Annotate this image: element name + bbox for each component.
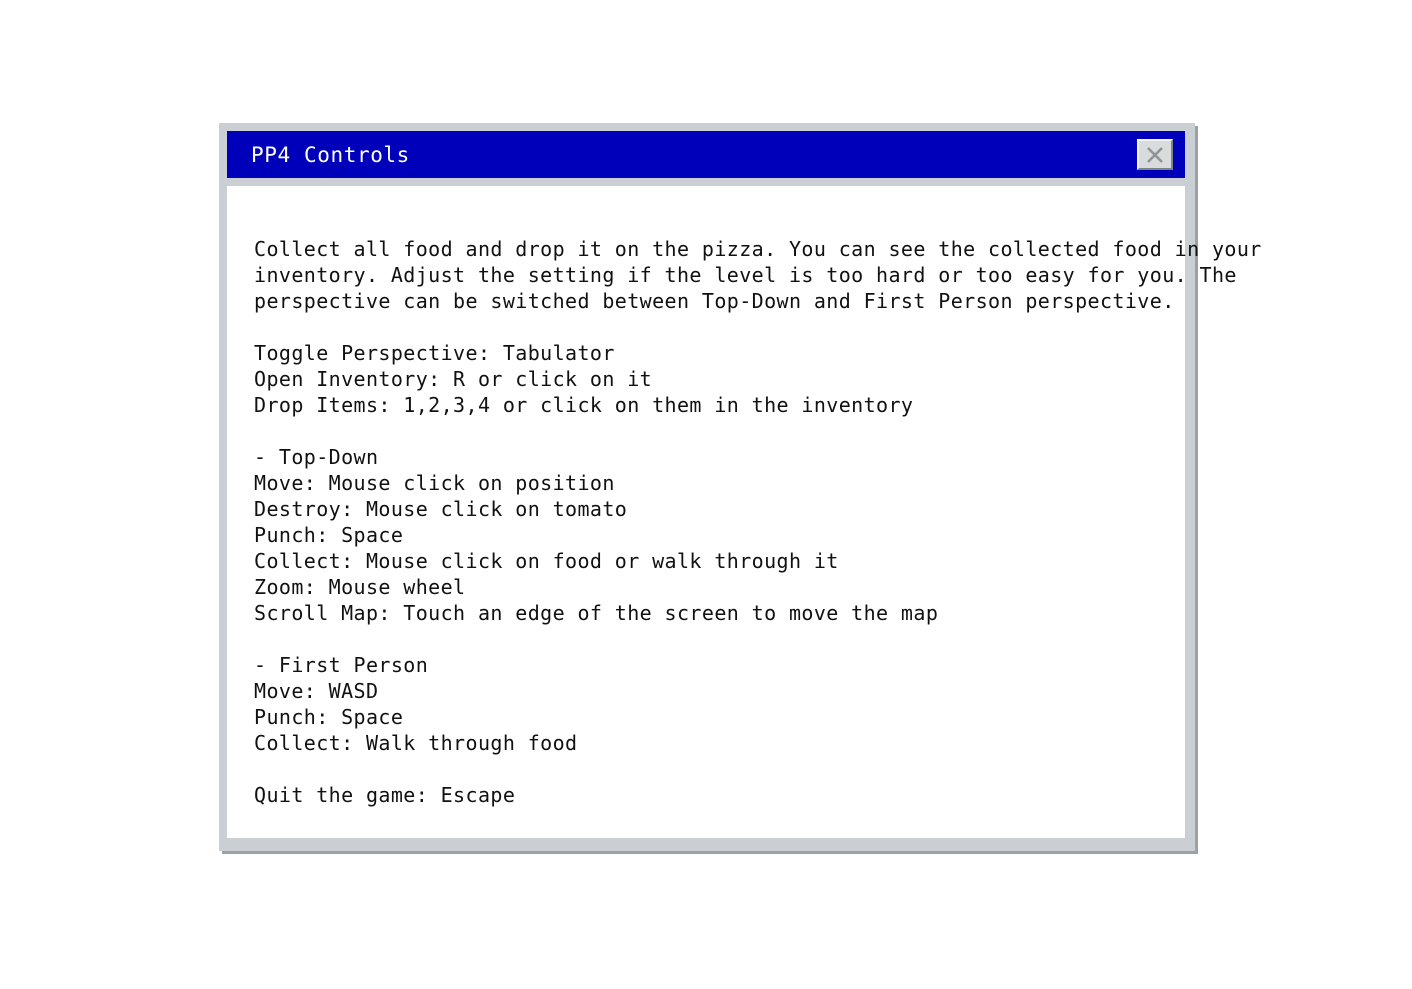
close-x-icon [1147,147,1163,163]
control-line: Punch: Space [254,705,404,729]
control-line: Move: WASD [254,679,379,703]
intro-line: inventory. Adjust the setting if the lev… [254,263,1237,287]
close-button[interactable] [1137,139,1173,170]
control-line: Collect: Walk through food [254,731,578,755]
control-line: Collect: Mouse click on food or walk thr… [254,549,839,573]
control-line: Scroll Map: Touch an edge of the screen … [254,601,939,625]
control-line: Drop Items: 1,2,3,4 or click on them in … [254,393,914,417]
control-line: Destroy: Mouse click on tomato [254,497,628,521]
quit-line: Quit the game: Escape [254,783,516,807]
control-line: Open Inventory: R or click on it [254,367,653,391]
control-line: Punch: Space [254,523,404,547]
intro-line: Collect all food and drop it on the pizz… [254,237,1262,261]
dialog-titlebar[interactable]: PP4 Controls [227,131,1185,178]
dialog-content: Collect all food and drop it on the pizz… [227,186,1262,838]
dialog-title: PP4 Controls [251,143,410,167]
controls-text: Collect all food and drop it on the pizz… [254,236,1262,808]
controls-dialog: PP4 Controls Collect all food and drop i… [219,123,1262,851]
control-line: Zoom: Mouse wheel [254,575,466,599]
section-heading-top-down: - Top-Down [254,445,379,469]
control-line: Toggle Perspective: Tabulator [254,341,615,365]
intro-line: perspective can be switched between Top-… [254,289,1175,313]
section-heading-first-person: - First Person [254,653,429,677]
control-line: Move: Mouse click on position [254,471,615,495]
